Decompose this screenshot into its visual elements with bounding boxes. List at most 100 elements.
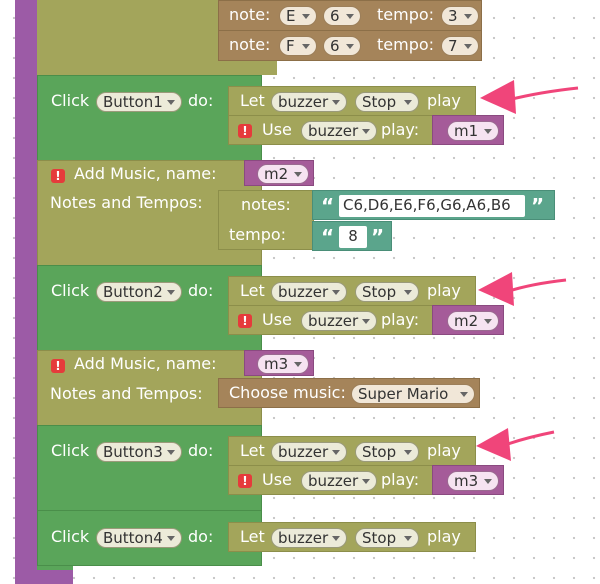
chevron-down-icon	[294, 172, 302, 177]
music-dropdown[interactable]: m2	[447, 311, 499, 331]
chevron-down-icon	[346, 44, 354, 49]
play-label: play	[427, 527, 461, 546]
chevron-down-icon	[484, 319, 492, 324]
chevron-down-icon	[404, 450, 412, 455]
use-buzzer-block[interactable]: ! Use buzzer play:	[228, 465, 433, 495]
use-buzzer-block[interactable]: ! Use buzzer play:	[228, 305, 433, 335]
do-label: do:	[188, 527, 214, 546]
arrow-icon	[476, 428, 555, 461]
music-dropdown[interactable]: m3	[447, 471, 499, 491]
chevron-down-icon	[294, 362, 302, 367]
chevron-down-icon	[484, 129, 492, 134]
note-label: note:	[229, 35, 271, 54]
play-label: play	[427, 281, 461, 300]
tempo-text-field[interactable]: 8	[339, 226, 367, 248]
choose-music-block[interactable]: Choose music: Super Mario	[218, 378, 480, 408]
tempo-label: tempo:	[377, 35, 435, 54]
arrow-icon	[478, 272, 567, 306]
let-buzzer-block[interactable]: Let buzzer Stop play	[228, 276, 476, 306]
do-label: do:	[188, 281, 214, 300]
button-dropdown[interactable]: Button3	[96, 442, 182, 462]
chevron-down-icon	[362, 479, 370, 484]
chevron-down-icon	[464, 14, 472, 19]
let-buzzer-block[interactable]: Let buzzer Stop play	[228, 86, 476, 116]
notes-tempos-label: Notes and Tempos:	[50, 384, 203, 403]
let-buzzer-block[interactable]: Let buzzer Stop play	[228, 522, 476, 552]
device-dropdown[interactable]: buzzer	[271, 282, 347, 302]
do-label: do:	[188, 441, 214, 460]
device-dropdown[interactable]: buzzer	[271, 92, 347, 112]
action-dropdown[interactable]: Stop	[355, 92, 419, 112]
button-dropdown[interactable]: Button1	[96, 92, 182, 112]
use-label: Use	[262, 310, 292, 329]
device-dropdown[interactable]: buzzer	[271, 528, 347, 548]
let-label: Let	[240, 527, 265, 546]
music-var-block[interactable]: m3	[432, 465, 504, 495]
notes-text-field[interactable]: C6,D6,E6,F6,G6,A6,B6	[339, 195, 525, 217]
octave-dropdown[interactable]: 6	[323, 36, 361, 56]
warning-icon[interactable]: !	[238, 314, 252, 328]
click-label: Click	[51, 91, 90, 110]
device-dropdown[interactable]: buzzer	[301, 471, 377, 491]
chevron-down-icon	[362, 129, 370, 134]
click-label: Click	[51, 441, 90, 460]
action-dropdown[interactable]: Stop	[355, 442, 419, 462]
note-row-e[interactable]: note: E 6 tempo: 3	[218, 0, 482, 31]
device-dropdown[interactable]: buzzer	[301, 121, 377, 141]
chevron-down-icon	[464, 44, 472, 49]
device-dropdown[interactable]: buzzer	[271, 442, 347, 462]
note-label: note:	[229, 5, 271, 24]
let-buzzer-block[interactable]: Let buzzer Stop play	[228, 436, 476, 466]
chevron-down-icon	[167, 290, 175, 295]
chevron-down-icon	[302, 14, 310, 19]
music-name-dropdown[interactable]: m2	[257, 164, 309, 184]
chevron-down-icon	[167, 100, 175, 105]
tempo-label: tempo:	[377, 5, 435, 24]
music-choice-dropdown[interactable]: Super Mario	[351, 384, 475, 404]
chevron-down-icon	[484, 479, 492, 484]
button-dropdown[interactable]: Button2	[96, 282, 182, 302]
use-buzzer-block[interactable]: ! Use buzzer play:	[228, 115, 433, 145]
warning-icon[interactable]: !	[238, 124, 252, 138]
chevron-down-icon	[332, 100, 340, 105]
let-label: Let	[240, 91, 265, 110]
device-dropdown[interactable]: buzzer	[301, 311, 377, 331]
use-label: Use	[262, 120, 292, 139]
music-name-block[interactable]: m3	[244, 350, 314, 376]
tempo-text-block[interactable]: “ 8 ”	[312, 221, 392, 251]
button-dropdown[interactable]: Button4	[96, 528, 182, 548]
click-label: Click	[51, 527, 90, 546]
play-label: play	[427, 91, 461, 110]
notes-tempos-label: Notes and Tempos:	[50, 193, 203, 212]
tempo-dropdown[interactable]: 7	[441, 36, 479, 56]
action-dropdown[interactable]: Stop	[355, 282, 419, 302]
note-dropdown[interactable]: E	[279, 6, 317, 26]
action-dropdown[interactable]: Stop	[355, 528, 419, 548]
chevron-down-icon	[332, 290, 340, 295]
add-music-label: Add Music, name:	[74, 164, 217, 183]
music-name-dropdown[interactable]: m3	[257, 354, 309, 374]
use-label: Use	[262, 470, 292, 489]
tempo-dropdown[interactable]: 3	[441, 6, 479, 26]
click-label: Click	[51, 281, 90, 300]
music-var-block[interactable]: m2	[432, 305, 504, 335]
notes-label: notes:	[241, 195, 291, 214]
warning-icon[interactable]: !	[238, 474, 252, 488]
notes-text-block[interactable]: “ C6,D6,E6,F6,G6,A6,B6 ”	[312, 190, 555, 220]
chevron-down-icon	[362, 319, 370, 324]
octave-dropdown[interactable]: 6	[323, 6, 361, 26]
music-name-block[interactable]: m2	[244, 160, 314, 186]
music-var-block[interactable]: m1	[432, 115, 504, 145]
chevron-down-icon	[404, 100, 412, 105]
note-dropdown[interactable]: F	[279, 36, 317, 56]
warning-icon[interactable]: !	[51, 359, 65, 373]
note-row-f[interactable]: note: F 6 tempo: 7	[218, 30, 482, 61]
add-music-label: Add Music, name:	[74, 354, 217, 373]
music-dropdown[interactable]: m1	[447, 121, 499, 141]
notes-tempo-block[interactable]: notes: tempo:	[218, 190, 314, 250]
chevron-down-icon	[167, 536, 175, 541]
warning-icon[interactable]: !	[51, 169, 65, 183]
chevron-down-icon	[346, 14, 354, 19]
close-quote-icon: ”	[371, 225, 385, 249]
let-label: Let	[240, 441, 265, 460]
